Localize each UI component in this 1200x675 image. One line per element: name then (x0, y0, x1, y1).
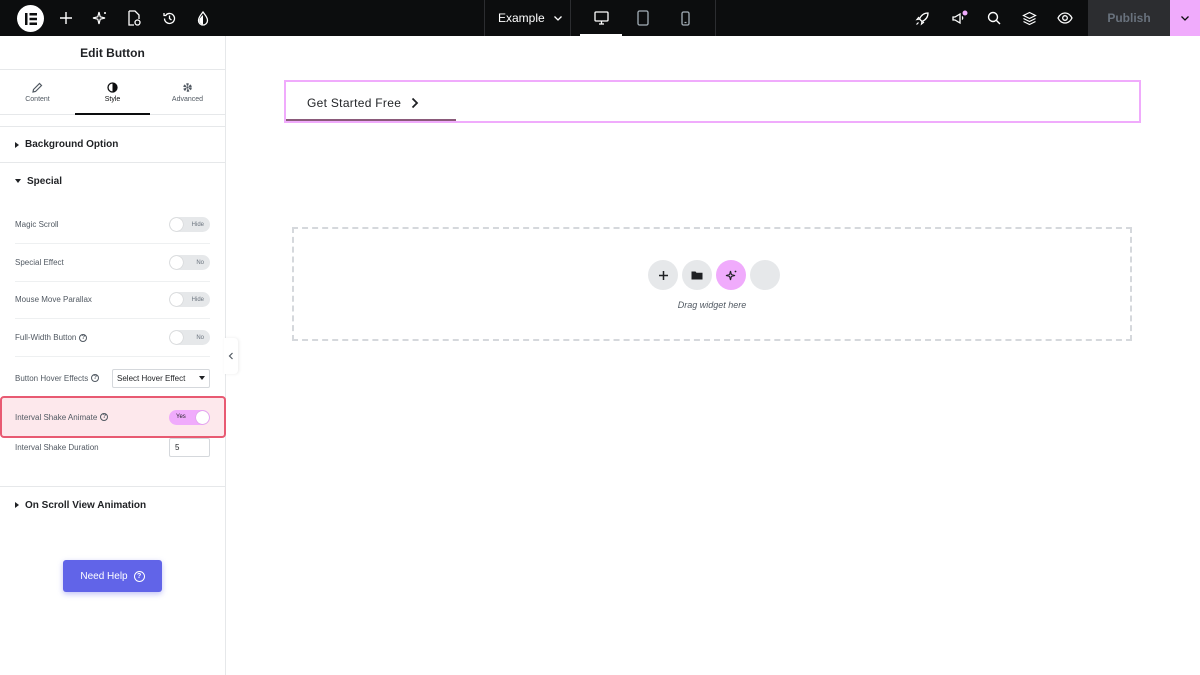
preview-eye-icon[interactable] (1048, 0, 1082, 36)
control-label: Interval Shake Duration (15, 442, 99, 452)
control-label: Special Effect (15, 258, 64, 267)
chevron-down-icon (553, 16, 562, 21)
drop-zone-actions (648, 260, 780, 290)
section-scroll-animation[interactable]: On Scroll View Animation (0, 487, 226, 523)
mouse-parallax-toggle[interactable]: Hide (169, 292, 210, 307)
search-icon[interactable] (977, 0, 1011, 36)
section-title: On Scroll View Animation (25, 499, 147, 511)
need-help-button[interactable]: Need Help ? (63, 560, 162, 592)
special-effect-toggle[interactable]: No (169, 255, 210, 270)
site-style-icon[interactable] (186, 0, 220, 36)
chevron-down-icon (1181, 16, 1189, 21)
tab-style[interactable]: Style (75, 70, 150, 115)
add-section-button[interactable] (648, 260, 678, 290)
tab-advanced[interactable]: Advanced (150, 70, 225, 114)
folder-icon (691, 271, 703, 280)
structure-icon[interactable] (1012, 0, 1046, 36)
button-widget[interactable]: Get Started Free (284, 80, 1141, 123)
divider (715, 0, 716, 36)
mobile-view-button[interactable] (664, 0, 706, 36)
contrast-icon (107, 81, 118, 93)
top-bar: Example Publish (0, 0, 1200, 36)
section-title: Special (27, 175, 63, 187)
notifications-icon[interactable] (942, 0, 976, 36)
plus-icon (658, 270, 668, 280)
section-background-option[interactable]: Background Option (0, 127, 225, 163)
mobile-icon (680, 10, 690, 26)
tablet-icon (637, 10, 649, 26)
tab-label: Advanced (171, 95, 204, 103)
gear-icon (183, 82, 192, 92)
divider (570, 0, 571, 36)
caret-right-icon (15, 141, 19, 148)
control-mouse-parallax: Mouse Move Parallax Hide (15, 281, 210, 319)
section-special[interactable]: Special (0, 163, 225, 199)
document-title-dropdown[interactable]: Example (498, 0, 563, 36)
document-title: Example (498, 11, 545, 25)
desktop-view-button[interactable] (580, 0, 622, 36)
caret-down-icon (15, 179, 21, 183)
hover-effect-select[interactable]: Select Hover Effect (112, 368, 210, 388)
label-text: Button Hover Effects (15, 373, 89, 383)
empty-action-button[interactable] (750, 260, 780, 290)
control-label: Full-Width Button ? (15, 333, 88, 342)
section-title: Background Option (25, 139, 119, 150)
spacer (0, 115, 225, 127)
control-label: Button Hover Effects ? (15, 373, 100, 383)
publish-button[interactable]: Publish (1088, 0, 1170, 36)
control-label: Interval Shake Animate ? (15, 412, 109, 422)
control-special-effect: Special Effect No (15, 244, 210, 282)
caret-right-icon (15, 502, 19, 508)
control-hover-effects: Button Hover Effects ? Select Hover Effe… (15, 358, 210, 398)
control-shake-animate: Interval Shake Animate ? Yes (15, 398, 210, 436)
desktop-icon (593, 11, 609, 25)
chevron-right-icon (412, 97, 419, 108)
label-text: Interval Shake Animate (15, 412, 98, 422)
add-template-button[interactable] (682, 260, 712, 290)
drop-zone[interactable]: Drag widget here (292, 227, 1132, 341)
tab-content[interactable]: Content (0, 70, 75, 114)
publish-options-button[interactable] (1170, 0, 1200, 36)
ai-generate-button[interactable] (716, 260, 746, 290)
control-shake-duration: Interval Shake Duration 5 (15, 436, 210, 458)
full-width-toggle[interactable]: No (169, 330, 210, 345)
divider (484, 0, 485, 36)
tab-label: Content (25, 95, 50, 103)
pencil-icon (32, 82, 43, 93)
drop-zone-text: Drag widget here (677, 300, 747, 310)
shake-duration-input[interactable]: 5 (169, 437, 210, 457)
control-label: Magic Scroll (15, 220, 59, 229)
control-full-width: Full-Width Button ? No (15, 319, 210, 357)
shake-animate-toggle[interactable]: Yes (169, 409, 210, 425)
control-magic-scroll: Magic Scroll Hide (15, 206, 210, 244)
help-icon[interactable]: ? (100, 413, 109, 421)
page-settings-icon[interactable] (117, 0, 151, 36)
panel-title: Edit Button (0, 36, 225, 70)
magic-scroll-toggle[interactable]: Hide (169, 217, 210, 232)
tab-label: Style (104, 95, 121, 103)
need-help-label: Need Help (80, 570, 128, 582)
help-icon[interactable]: ? (79, 333, 88, 342)
help-icon: ? (133, 570, 145, 582)
chevron-left-icon (228, 352, 233, 360)
history-icon[interactable] (152, 0, 186, 36)
button-underline (286, 119, 456, 121)
plus-icon[interactable] (49, 0, 83, 36)
panel-tabs: Content Style Advanced (0, 70, 225, 115)
control-label: Mouse Move Parallax (15, 295, 92, 304)
rocket-icon[interactable] (905, 0, 939, 36)
caret-down-icon (199, 376, 205, 380)
button-text: Get Started Free (307, 95, 402, 110)
collapse-panel-button[interactable] (224, 338, 238, 374)
get-started-button[interactable]: Get Started Free (286, 82, 456, 123)
elementor-logo-icon[interactable] (17, 5, 44, 32)
sparkle-icon (725, 270, 736, 280)
sparkle-icon[interactable] (83, 0, 117, 36)
tablet-view-button[interactable] (622, 0, 664, 36)
help-icon[interactable]: ? (91, 374, 100, 382)
label-text: Full-Width Button (15, 333, 77, 342)
select-value: Select Hover Effect (117, 373, 186, 383)
